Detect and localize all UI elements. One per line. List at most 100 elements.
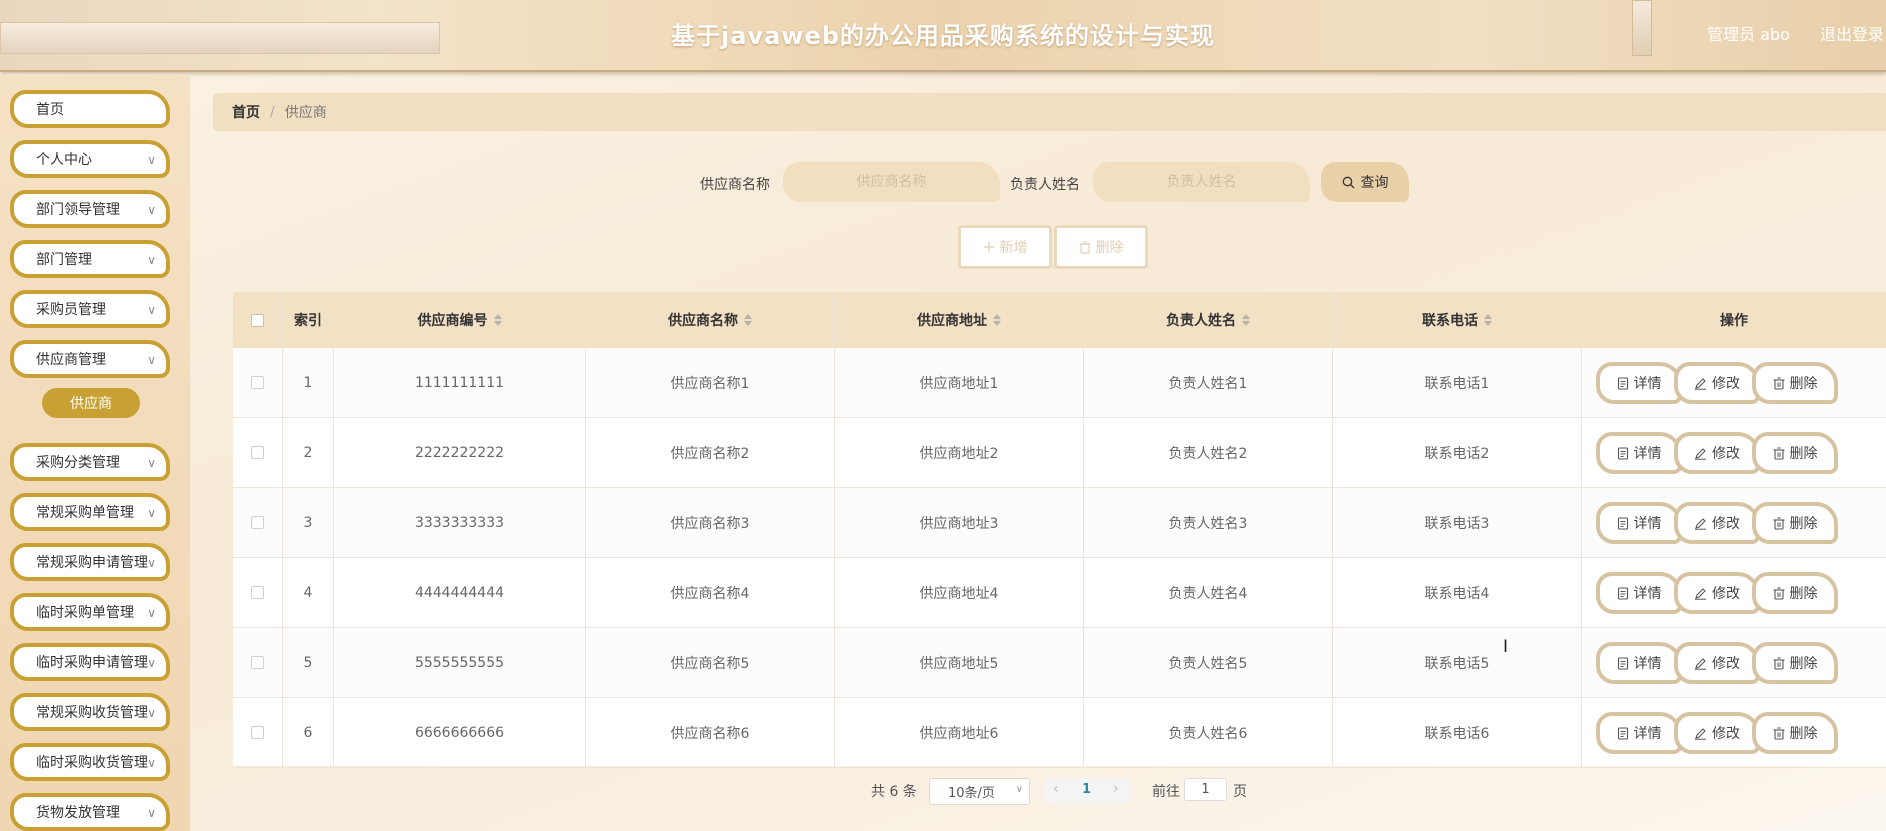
trash-icon xyxy=(1773,516,1790,530)
row-checkbox[interactable] xyxy=(251,516,264,529)
select-all-checkbox[interactable] xyxy=(251,313,264,327)
delete-button[interactable]: 删除 xyxy=(1752,712,1838,754)
detail-button-label: 详情 xyxy=(1633,656,1662,672)
cell-index: 2 xyxy=(283,418,334,487)
header-person-name-label: 负责人姓名 xyxy=(1166,313,1236,329)
cell-supplier-no: 3333333333 xyxy=(334,488,586,557)
edit-button[interactable]: 修改 xyxy=(1674,502,1760,544)
sidebar-item-regular-receive-mgmt[interactable]: 常规采购收货管理 ∨ xyxy=(10,693,170,731)
cell-index: 3 xyxy=(283,488,334,557)
document-icon xyxy=(1617,586,1634,600)
delete-button-label: 删除 xyxy=(1789,586,1818,602)
add-button[interactable]: 新增 xyxy=(958,225,1052,269)
sidebar-item-dept-leader-mgmt[interactable]: 部门领导管理 ∨ xyxy=(10,190,170,228)
sidebar-item-supplier-mgmt[interactable]: 供应商管理 ∨ xyxy=(10,340,170,378)
sidebar-item-temp-order-mgmt[interactable]: 临时采购单管理 ∨ xyxy=(10,593,170,631)
chevron-down-icon: ∨ xyxy=(147,606,156,620)
search-icon xyxy=(1342,176,1354,188)
sidebar-item-category-mgmt[interactable]: 采购分类管理 ∨ xyxy=(10,443,170,481)
batch-delete-button-label: 删除 xyxy=(1095,240,1124,256)
sidebar-item-goods-issue-mgmt[interactable]: 货物发放管理 ∨ xyxy=(10,793,170,831)
header-supplier-no[interactable]: 供应商编号 xyxy=(334,292,586,348)
goto-page-input[interactable] xyxy=(1184,778,1227,801)
header-supplier-address[interactable]: 供应商地址 xyxy=(835,292,1084,348)
app-title: 基于javaweb的办公用品采购系统的设计与实现 xyxy=(671,22,1215,50)
row-checkbox[interactable] xyxy=(251,656,264,669)
edit-button[interactable]: 修改 xyxy=(1674,642,1760,684)
sidebar-item-regular-apply-mgmt[interactable]: 常规采购申请管理 ∨ xyxy=(10,543,170,581)
cell-supplier-name: 供应商名称6 xyxy=(586,698,835,767)
sort-icon[interactable] xyxy=(1484,314,1492,326)
trash-icon xyxy=(1773,586,1790,600)
delete-button-label: 删除 xyxy=(1789,656,1818,672)
delete-button[interactable]: 删除 xyxy=(1752,362,1838,404)
header-phone-label: 联系电话 xyxy=(1422,313,1478,329)
cell-person-name: 负责人姓名6 xyxy=(1084,698,1333,767)
table-row: 6 6666666666 供应商名称6 供应商地址6 负责人姓名6 联系电话6 详情 修改 删除 xyxy=(233,698,1886,768)
sort-icon[interactable] xyxy=(1242,314,1250,326)
row-checkbox[interactable] xyxy=(251,586,264,599)
edit-button[interactable]: 修改 xyxy=(1674,362,1760,404)
delete-button[interactable]: 删除 xyxy=(1752,502,1838,544)
breadcrumb-current: 供应商 xyxy=(284,105,327,121)
header-person-name[interactable]: 负责人姓名 xyxy=(1084,292,1333,348)
sidebar-item-purchaser-mgmt[interactable]: 采购员管理 ∨ xyxy=(10,290,170,328)
cell-phone: 联系电话4 xyxy=(1333,558,1582,627)
header-phone[interactable]: 联系电话 xyxy=(1333,292,1582,348)
person-name-input[interactable] xyxy=(1093,162,1310,202)
detail-button[interactable]: 详情 xyxy=(1596,502,1682,544)
chevron-down-icon: ∨ xyxy=(147,756,156,770)
prev-page-icon[interactable]: ‹ xyxy=(1053,781,1059,797)
breadcrumb-home[interactable]: 首页 xyxy=(232,102,260,122)
sidebar-item-temp-receive-mgmt[interactable]: 临时采购收货管理 ∨ xyxy=(10,743,170,781)
cell-supplier-name: 供应商名称3 xyxy=(586,488,835,557)
person-name-label: 负责人姓名 xyxy=(1010,177,1080,193)
row-checkbox[interactable] xyxy=(251,376,264,389)
detail-button[interactable]: 详情 xyxy=(1596,432,1682,474)
edit-button[interactable]: 修改 xyxy=(1674,712,1760,754)
sort-icon[interactable] xyxy=(993,314,1001,326)
detail-button[interactable]: 详情 xyxy=(1596,572,1682,614)
sidebar-item-temp-apply-mgmt[interactable]: 临时采购申请管理 ∨ xyxy=(10,643,170,681)
cell-supplier-name: 供应商名称4 xyxy=(586,558,835,627)
sidebar-item-dept-mgmt[interactable]: 部门管理 ∨ xyxy=(10,240,170,278)
cell-supplier-address: 供应商地址4 xyxy=(835,558,1084,627)
detail-button[interactable]: 详情 xyxy=(1596,362,1682,404)
delete-button[interactable]: 删除 xyxy=(1752,572,1838,614)
sidebar-item-home[interactable]: 首页 xyxy=(10,90,170,128)
query-button[interactable]: 查询 xyxy=(1321,162,1409,202)
header-supplier-address-label: 供应商地址 xyxy=(917,313,987,329)
pencil-icon xyxy=(1694,657,1712,670)
cell-supplier-address: 供应商地址6 xyxy=(835,698,1084,767)
current-user: 管理员 abo xyxy=(1707,25,1790,44)
cell-supplier-name: 供应商名称5 xyxy=(586,628,835,697)
edit-button[interactable]: 修改 xyxy=(1674,432,1760,474)
detail-button[interactable]: 详情 xyxy=(1596,642,1682,684)
row-checkbox[interactable] xyxy=(251,726,264,739)
delete-button[interactable]: 删除 xyxy=(1752,642,1838,684)
logout-link[interactable]: 退出登录 xyxy=(1820,21,1884,45)
page-size-select[interactable]: 10条/页 ∨ xyxy=(929,778,1030,805)
supplier-name-input[interactable] xyxy=(783,162,1000,202)
delete-button[interactable]: 删除 xyxy=(1752,432,1838,474)
next-page-icon[interactable]: › xyxy=(1113,781,1119,797)
cell-phone: 联系电话6 xyxy=(1333,698,1582,767)
sidebar: 首页个人中心 ∨ 部门领导管理 ∨ 部门管理 ∨ 采购员管理 ∨ 供应商管理 ∨ 采购分类管理 ∨ 常规… xyxy=(0,74,190,831)
batch-delete-button[interactable]: 删除 xyxy=(1054,225,1148,269)
cell-supplier-no: 6666666666 xyxy=(334,698,586,767)
sidebar-item-regular-order-mgmt[interactable]: 常规采购单管理 ∨ xyxy=(10,493,170,531)
pencil-icon xyxy=(1694,727,1712,740)
sort-icon[interactable] xyxy=(493,314,502,326)
cell-actions: 详情 修改 删除 xyxy=(1582,558,1886,627)
edit-button[interactable]: 修改 xyxy=(1674,572,1760,614)
detail-button[interactable]: 详情 xyxy=(1596,712,1682,754)
sort-icon[interactable] xyxy=(744,314,752,326)
sidebar-subitem-supplier[interactable]: 供应商 xyxy=(42,388,140,418)
cell-actions: 详情 修改 删除 xyxy=(1582,698,1886,767)
sidebar-item-personal-center[interactable]: 个人中心 ∨ xyxy=(10,140,170,178)
row-checkbox[interactable] xyxy=(251,446,264,459)
page-number-current[interactable]: 1 xyxy=(1082,782,1091,797)
edit-button-label: 修改 xyxy=(1712,446,1740,462)
header-select-all-cell xyxy=(233,292,283,348)
header-supplier-name[interactable]: 供应商名称 xyxy=(586,292,835,348)
